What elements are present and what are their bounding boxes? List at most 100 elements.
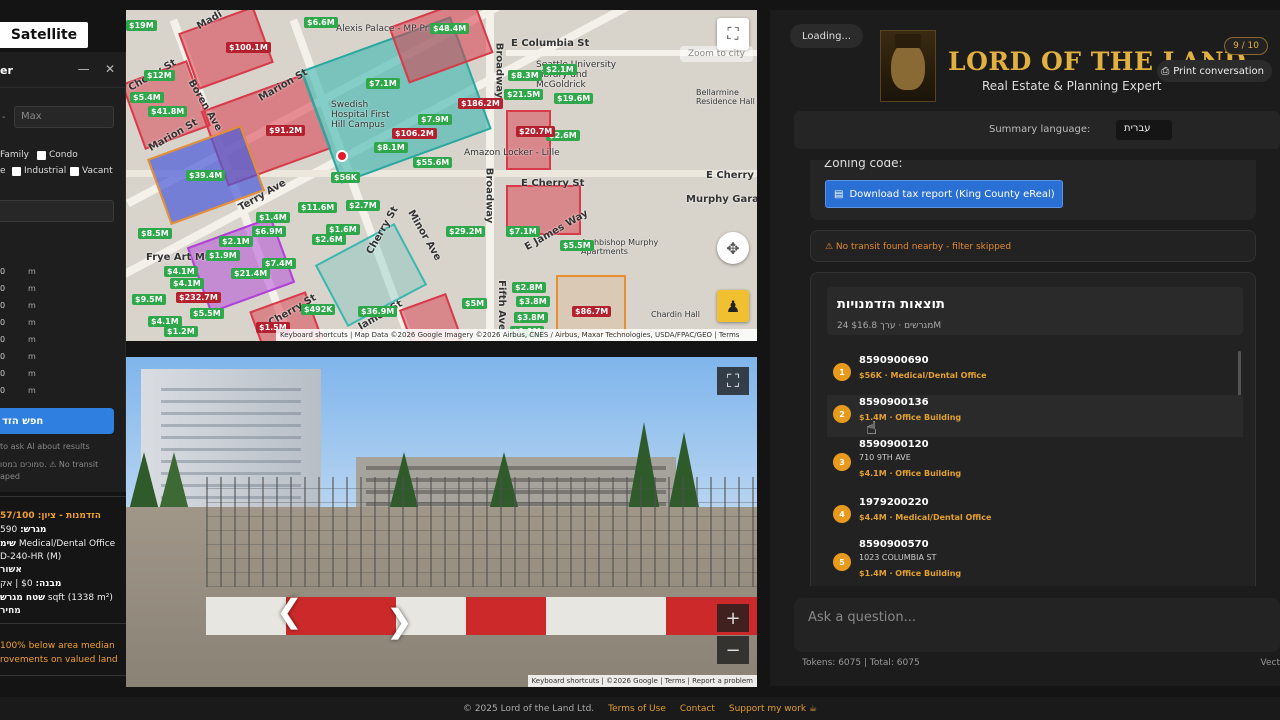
filter-row[interactable]: 0m [0,267,40,276]
parcel[interactable] [506,110,551,170]
price-pin[interactable]: $3.8M [516,296,550,307]
compass-icon[interactable]: ✥ [717,232,749,264]
price-pin[interactable]: $39.4M [186,170,226,181]
price-pin[interactable]: $41.8M [148,106,188,117]
price-pin[interactable]: $4.1M [170,278,204,289]
price-pin[interactable]: $7.9M [418,114,452,125]
close-icon[interactable]: ✕ [105,62,115,76]
price-pin[interactable]: $55.6M [413,157,453,168]
price-pin[interactable]: $11.6M [298,202,338,213]
max-price-input[interactable]: Max [14,106,114,128]
price-pin[interactable]: $19M [126,20,157,31]
price-pin[interactable]: $8.3M [508,70,542,81]
parcel-id: 8590900136 [859,397,929,408]
checkbox-box[interactable] [12,166,21,176]
filter-row[interactable]: 0m [0,284,40,293]
selected-location-marker[interactable] [336,150,348,162]
price-pin[interactable]: $5.5M [560,240,594,251]
satellite-toggle-button[interactable]: Satellite [0,22,88,48]
price-pin-high[interactable]: $186.2M [458,98,503,109]
checkbox-industrial[interactable]: Industrial [12,166,66,176]
footer-support-link[interactable]: Support my work ☕ [729,704,817,714]
price-pin[interactable]: $2.8M [512,282,546,293]
price-pin[interactable]: $8.5M [138,228,172,239]
price-pin[interactable]: $2.7M [346,200,380,211]
street-view[interactable]: ❮ ❯ ⛶ + − Keyboard shortcuts | ©2026 Goo… [126,357,757,687]
checkbox-label: e [0,166,6,176]
footer-terms-link[interactable]: Terms of Use [608,704,666,714]
satellite-map[interactable]: Madi Marion St Boren Ave Marion St Cherr… [126,10,757,341]
checkbox-box[interactable] [70,166,79,176]
result-item[interactable]: 2 8590900136 $1.4M · Office Building [827,395,1243,437]
price-pin[interactable]: $492K [301,304,336,315]
checkbox-vacant[interactable]: Vacant [70,166,113,176]
checkbox-family[interactable]: Family [0,150,29,160]
result-item[interactable]: 5 8590900570 1023 COLUMBIA ST $1.4M · Of… [827,537,1243,586]
price-pin[interactable]: $36.9M [358,306,398,317]
filter-row[interactable]: 0m [0,369,40,378]
price-pin[interactable]: $6.6M [304,17,338,28]
filter-row[interactable]: 0m [0,335,40,344]
checkbox-condo[interactable]: Condo [37,150,78,160]
price-pin-high[interactable]: $100.1M [226,42,271,53]
info-label: מבנה: [35,579,62,589]
price-pin[interactable]: $3.8M [514,312,548,323]
printer-icon: ⎙ [1161,65,1170,77]
price-pin[interactable]: $21.5M [504,89,544,100]
price-pin[interactable]: $21.4M [231,268,271,279]
zoom-in-icon[interactable]: + [717,604,749,632]
price-pin-high[interactable]: $232.7M [176,292,221,303]
price-pin[interactable]: $7.1M [366,78,400,89]
search-opportunities-button[interactable]: חפש הזד [0,408,114,434]
minimize-icon[interactable]: — [78,62,90,76]
price-pin[interactable]: $5.5M [190,308,224,319]
nav-arrow-left-icon[interactable]: ❮ [276,592,303,630]
price-pin[interactable]: $1.4M [256,212,290,223]
pegman-icon[interactable]: ♟ [717,290,749,322]
price-pin[interactable]: $48.4M [430,23,470,34]
result-item[interactable]: 4 1979200220 $4.4M · Medical/Dental Offi… [827,495,1243,537]
download-tax-report-button[interactable]: ▤ Download tax report (King County eReal… [825,180,1063,208]
price-pin[interactable]: $1.9M [206,250,240,261]
price-pin[interactable]: $56K [331,172,360,183]
price-pin-high[interactable]: $86.7M [572,306,612,317]
price-pin[interactable]: $29.2M [446,226,486,237]
parcel[interactable] [556,275,626,335]
price-pin-high[interactable]: $20.7M [516,126,556,137]
price-pin-high[interactable]: $106.2M [392,128,437,139]
nav-arrow-right-icon[interactable]: ❯ [386,602,413,640]
price-pin-high[interactable]: $91.2M [266,125,306,136]
price-pin[interactable]: $4.1M [164,266,198,277]
price-pin[interactable]: $5M [462,298,488,309]
price-pin[interactable]: $1.2M [164,326,198,337]
expand-icon[interactable]: ⛶ [717,367,749,395]
checkbox-other[interactable]: e [0,166,6,176]
checkbox-box[interactable] [37,150,46,160]
footer-contact-link[interactable]: Contact [680,704,715,714]
filter-row[interactable]: 0m [0,318,40,327]
price-pin[interactable]: $9.5M [132,294,166,305]
zoom-out-icon[interactable]: − [717,636,749,664]
filter-text-input[interactable] [0,200,114,222]
result-meta: $4.4M · Medical/Dental Office [859,513,992,522]
price-pin[interactable]: $7.1M [506,226,540,237]
chat-messages[interactable]: Zoning code: ▤ Download tax report (King… [794,160,1280,586]
filter-row[interactable]: 0m [0,386,40,395]
ask-question-input[interactable]: Ask a question... [794,598,1280,652]
result-item[interactable]: 1 8590900690 $56K · Medical/Dental Offic… [827,353,1243,395]
row-unit: m [28,386,36,395]
filter-row[interactable]: 0m [0,352,40,361]
price-pin[interactable]: $5.4M [130,92,164,103]
print-conversation-button[interactable]: ⎙ Print conversation [1157,60,1272,82]
price-pin[interactable]: $2.6M [312,234,346,245]
price-pin[interactable]: $2.1M [543,64,577,75]
result-item[interactable]: 3 8590900120 710 9TH AVE $4.1M · Office … [827,437,1243,493]
price-pin[interactable]: $6.9M [252,226,286,237]
price-pin[interactable]: $8.1M [374,142,408,153]
price-pin[interactable]: $12M [144,70,175,81]
price-pin[interactable]: $2.1M [219,236,253,247]
price-pin[interactable]: $19.6M [554,93,594,104]
price-pin[interactable]: $7.4M [262,258,296,269]
summary-language-select[interactable]: עברית [1116,120,1172,140]
filter-row[interactable]: 0m [0,301,40,310]
